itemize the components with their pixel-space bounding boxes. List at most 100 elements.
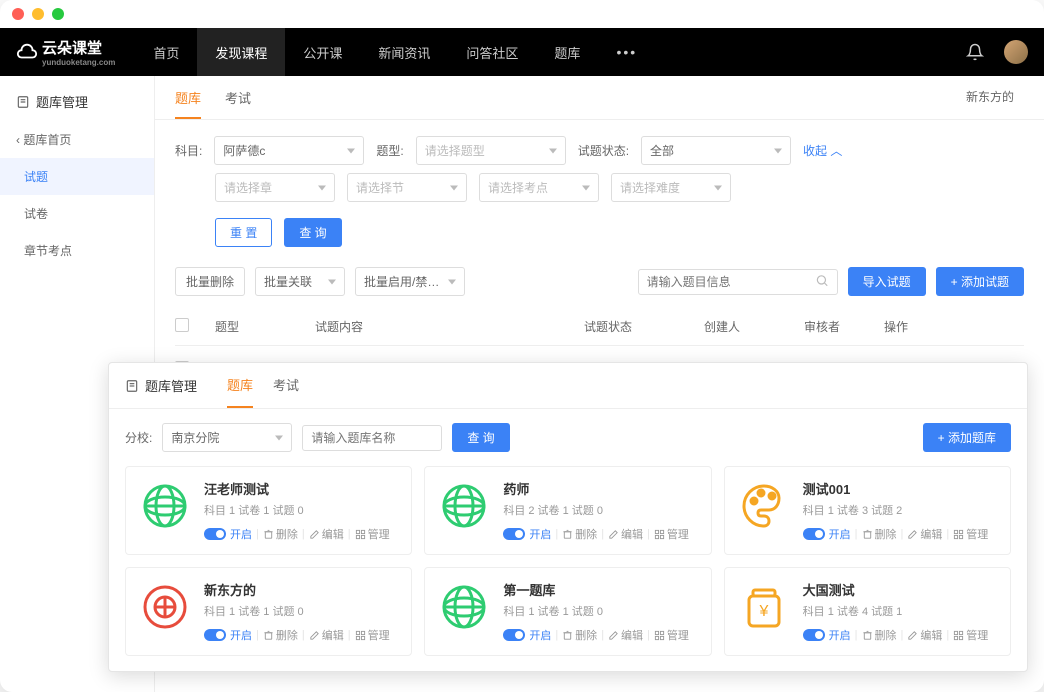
sidebar-item-chapters[interactable]: 章节考点	[0, 232, 154, 269]
card-delete-link[interactable]: 删除	[263, 627, 298, 643]
add-question-button[interactable]: + 添加试题	[936, 267, 1024, 296]
nav-discover[interactable]: 发现课程	[197, 28, 285, 76]
branch-select[interactable]: 南京分院	[162, 423, 292, 452]
card-manage-link[interactable]: 管理	[355, 526, 390, 542]
w2-tab-bank[interactable]: 题库	[227, 363, 253, 408]
nav-home[interactable]: 首页	[135, 28, 197, 76]
search-input-wrap[interactable]	[638, 269, 838, 295]
card-delete-link[interactable]: 删除	[862, 627, 897, 643]
sidebar-item-questions[interactable]: 试题	[0, 158, 154, 195]
card-actions: 开启|删除|编辑|管理	[503, 526, 698, 542]
filter-buttons: 重 置 查 询	[155, 210, 1044, 255]
section-select[interactable]: 请选择节	[347, 173, 467, 202]
type-select[interactable]: 请选择题型	[416, 136, 566, 165]
card-meta: 科目 1 试卷 3 试题 2	[803, 502, 998, 518]
card-edit-link[interactable]: 编辑	[608, 627, 643, 643]
bank-card[interactable]: 汪老师测试科目 1 试卷 1 试题 0开启|删除|编辑|管理	[125, 466, 412, 555]
card-delete-link[interactable]: 删除	[263, 526, 298, 542]
toggle-switch[interactable]	[803, 629, 825, 641]
card-delete-link[interactable]: 删除	[862, 526, 897, 542]
card-title: 药师	[503, 479, 698, 498]
toggle-switch[interactable]	[803, 528, 825, 540]
collapse-label: 收起	[803, 144, 827, 158]
doc-icon	[16, 95, 30, 109]
difficulty-select[interactable]: 请选择难度	[611, 173, 731, 202]
search-input[interactable]	[647, 275, 811, 289]
logo[interactable]: 云朵课堂 yunduoketang.com	[16, 37, 115, 67]
batch-enable-select[interactable]: 批量启用/禁…	[355, 267, 465, 296]
chapter-select[interactable]: 请选择章	[215, 173, 335, 202]
reset-button[interactable]: 重 置	[215, 218, 272, 247]
card-icon	[737, 479, 791, 533]
card-body: 药师科目 2 试卷 1 试题 0开启|删除|编辑|管理	[503, 479, 698, 542]
bank-card[interactable]: 药师科目 2 试卷 1 试题 0开启|删除|编辑|管理	[424, 466, 711, 555]
nav-qa[interactable]: 问答社区	[448, 28, 536, 76]
toggle-label: 开启	[829, 627, 851, 643]
card-manage-link[interactable]: 管理	[654, 627, 689, 643]
card-title: 新东方的	[204, 580, 399, 599]
toggle-switch[interactable]	[204, 528, 226, 540]
select-all-checkbox[interactable]	[175, 318, 189, 332]
card-edit-link[interactable]: 编辑	[309, 526, 344, 542]
bank-name-input-wrap[interactable]	[302, 425, 442, 451]
bank-cards: 汪老师测试科目 1 试卷 1 试题 0开启|删除|编辑|管理 药师科目 2 试卷 …	[109, 466, 1027, 656]
card-title: 汪老师测试	[204, 479, 399, 498]
bank-card[interactable]: 第一题库科目 1 试卷 1 试题 0开启|删除|编辑|管理	[424, 567, 711, 656]
nav-question-bank[interactable]: 题库	[536, 28, 598, 76]
th-actions: 操作	[884, 318, 1024, 335]
w2-tab-exam[interactable]: 考试	[273, 363, 299, 408]
w2-tabs: 题库 考试	[227, 363, 299, 408]
card-manage-link[interactable]: 管理	[953, 526, 988, 542]
card-manage-link[interactable]: 管理	[355, 627, 390, 643]
card-edit-link[interactable]: 编辑	[907, 627, 942, 643]
batch-delete-button[interactable]: 批量删除	[175, 267, 245, 296]
avatar[interactable]	[1004, 40, 1028, 64]
point-select[interactable]: 请选择考点	[479, 173, 599, 202]
card-delete-link[interactable]: 删除	[562, 627, 597, 643]
subject-select[interactable]: 阿萨德c	[214, 136, 364, 165]
close-window-icon[interactable]	[12, 8, 24, 20]
card-actions: 开启|删除|编辑|管理	[503, 627, 698, 643]
sidebar-item-papers[interactable]: 试卷	[0, 195, 154, 232]
card-body: 新东方的科目 1 试卷 1 试题 0开启|删除|编辑|管理	[204, 580, 399, 643]
card-meta: 科目 1 试卷 4 试题 1	[803, 603, 998, 619]
maximize-window-icon[interactable]	[52, 8, 64, 20]
bank-card[interactable]: 新东方的科目 1 试卷 1 试题 0开启|删除|编辑|管理	[125, 567, 412, 656]
bank-name-input[interactable]	[311, 431, 433, 445]
toggle-switch[interactable]	[503, 528, 525, 540]
card-body: 第一题库科目 1 试卷 1 试题 0开启|删除|编辑|管理	[503, 580, 698, 643]
search-icon[interactable]	[815, 273, 829, 290]
tab-bank[interactable]: 题库	[175, 88, 201, 119]
card-manage-link[interactable]: 管理	[953, 627, 988, 643]
sidebar-back[interactable]: ‹ 题库首页	[0, 121, 154, 158]
card-edit-link[interactable]: 编辑	[907, 526, 942, 542]
bank-card[interactable]: 测试001科目 1 试卷 3 试题 2开启|删除|编辑|管理	[724, 466, 1011, 555]
tab-exam[interactable]: 考试	[225, 88, 251, 119]
toggle-switch[interactable]	[503, 629, 525, 641]
nav-more-icon[interactable]: •••	[598, 28, 655, 76]
status-select[interactable]: 全部	[641, 136, 791, 165]
secondary-window: 题库管理 题库 考试 分校: 南京分院 查 询 + 添加题库 汪老师测试科目 1…	[108, 362, 1028, 672]
collapse-link[interactable]: 收起 ︿	[803, 142, 842, 159]
nav-news[interactable]: 新闻资讯	[360, 28, 448, 76]
card-title: 测试001	[803, 479, 998, 498]
card-delete-link[interactable]: 删除	[562, 526, 597, 542]
toggle-switch[interactable]	[204, 629, 226, 641]
minimize-window-icon[interactable]	[32, 8, 44, 20]
card-edit-link[interactable]: 编辑	[608, 526, 643, 542]
svg-text:¥: ¥	[758, 603, 768, 620]
import-button[interactable]: 导入试题	[848, 267, 926, 296]
card-manage-link[interactable]: 管理	[654, 526, 689, 542]
query-button[interactable]: 查 询	[284, 218, 341, 247]
bell-icon[interactable]	[966, 43, 984, 61]
branch-label: 分校:	[125, 429, 152, 446]
add-bank-button[interactable]: + 添加题库	[923, 423, 1011, 452]
nav-open-class[interactable]: 公开课	[285, 28, 360, 76]
th-status: 试题状态	[584, 318, 704, 335]
bank-card[interactable]: ¥大国测试科目 1 试卷 4 试题 1开启|删除|编辑|管理	[724, 567, 1011, 656]
card-title: 第一题库	[503, 580, 698, 599]
card-body: 测试001科目 1 试卷 3 试题 2开启|删除|编辑|管理	[803, 479, 998, 542]
card-edit-link[interactable]: 编辑	[309, 627, 344, 643]
w2-query-button[interactable]: 查 询	[452, 423, 509, 452]
batch-link-select[interactable]: 批量关联	[255, 267, 345, 296]
